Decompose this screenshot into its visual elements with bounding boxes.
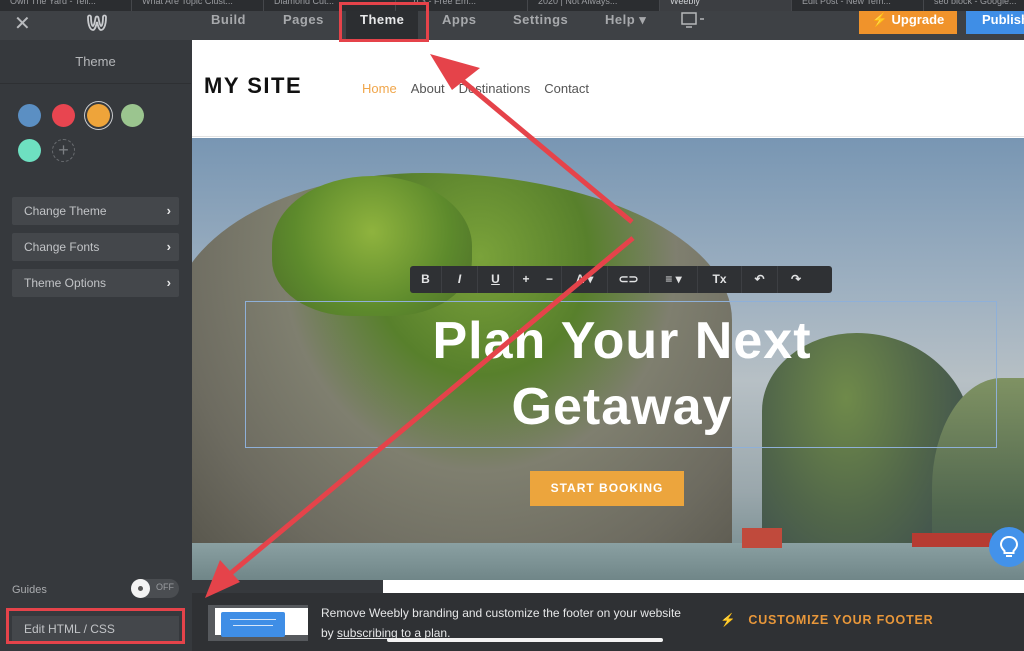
- site-nav: Home About Destinations Contact: [362, 81, 589, 96]
- headline-line-1: Plan Your Next: [432, 312, 812, 370]
- annotation-highlight-theme: [339, 2, 429, 42]
- desktop-icon[interactable]: [680, 12, 708, 32]
- annotation-highlight-edit-html: [6, 608, 185, 644]
- browser-tab[interactable]: What Are Topic Clust...: [132, 0, 264, 11]
- site-nav-home[interactable]: Home: [362, 81, 397, 96]
- toggle-state: OFF: [156, 582, 174, 592]
- headline-line-2: Getaway: [511, 378, 733, 436]
- toggle-knob: [131, 579, 150, 598]
- site-preview: MY SITE Home About Destinations Contact …: [192, 40, 1024, 580]
- redo-icon[interactable]: ↷: [778, 266, 814, 293]
- site-title[interactable]: MY SITE: [204, 73, 302, 99]
- tab-pages[interactable]: Pages: [283, 11, 324, 40]
- guides-toggle[interactable]: OFF: [131, 579, 179, 598]
- change-fonts-label: Change Fonts: [24, 240, 100, 254]
- browser-tab[interactable]: seo block - Google...: [924, 0, 1024, 11]
- browser-tab[interactable]: 2020 | Not Always...: [528, 0, 660, 11]
- footer-preview-strip: [383, 580, 1024, 593]
- close-icon[interactable]: ✕: [14, 14, 31, 34]
- color-swatch-blue[interactable]: [18, 104, 41, 127]
- bold-button[interactable]: B: [410, 266, 442, 293]
- tab-help[interactable]: Help ▾: [605, 11, 646, 40]
- lightning-icon: ⚡: [720, 613, 737, 627]
- change-fonts-button[interactable]: Change Fonts ›: [12, 233, 179, 261]
- chevron-right-icon: ›: [166, 239, 171, 254]
- lightning-icon: ⚡: [871, 12, 888, 27]
- site-nav-destinations[interactable]: Destinations: [459, 81, 531, 96]
- chevron-right-icon: ›: [166, 203, 171, 218]
- link-icon[interactable]: ⊂⊃: [608, 266, 650, 293]
- hero-image-hut: [912, 533, 992, 547]
- tab-settings[interactable]: Settings: [513, 11, 568, 40]
- italic-button[interactable]: I: [442, 266, 478, 293]
- sidebar-title: Theme: [0, 40, 191, 84]
- color-swatch-red[interactable]: [52, 104, 75, 127]
- site-nav-contact[interactable]: Contact: [544, 81, 589, 96]
- start-booking-button[interactable]: START BOOKING: [530, 471, 684, 506]
- add-color-icon[interactable]: +: [52, 139, 75, 162]
- color-swatch-teal[interactable]: [18, 139, 41, 162]
- headline-text-box[interactable]: Plan Your Next Getaway: [245, 301, 997, 448]
- hero-headline: Plan Your Next Getaway: [246, 308, 998, 440]
- align-button[interactable]: ≡ ▾: [650, 266, 698, 293]
- text-color-button[interactable]: A ▾: [562, 266, 608, 293]
- undo-icon[interactable]: ↶: [742, 266, 778, 293]
- customize-footer-button[interactable]: ⚡ CUSTOMIZE YOUR FOOTER: [720, 613, 933, 628]
- browser-tab[interactable]: Own The Yard - Tell...: [0, 0, 132, 11]
- customize-footer-label: CUSTOMIZE YOUR FOOTER: [748, 613, 934, 627]
- footer-promo-text: Remove Weebly branding and customize the…: [321, 603, 681, 643]
- footer-promo-bar: Remove Weebly branding and customize the…: [192, 593, 1024, 651]
- weebly-logo-icon: [87, 14, 107, 31]
- tab-apps[interactable]: Apps: [442, 11, 477, 40]
- guides-label: Guides: [12, 584, 47, 596]
- change-theme-button[interactable]: Change Theme ›: [12, 197, 179, 225]
- hero-image-water: [192, 543, 1024, 580]
- site-header: MY SITE Home About Destinations Contact: [192, 40, 1024, 137]
- hero-image-foliage: [272, 176, 472, 316]
- browser-tab[interactable]: Edit Post - New Tem...: [792, 0, 924, 11]
- browser-tab-strip: Own The Yard - Tell... What Are Topic Cl…: [0, 0, 1024, 11]
- theme-options-label: Theme Options: [24, 276, 107, 290]
- upgrade-label: Upgrade: [891, 12, 945, 27]
- publish-button[interactable]: Publish: [966, 11, 1024, 34]
- color-swatch-orange[interactable]: [87, 104, 110, 127]
- browser-tab-active[interactable]: Weebly: [660, 0, 792, 11]
- theme-sidebar: Theme + Change Theme › Change Fonts › Th…: [0, 40, 191, 651]
- increase-size-button[interactable]: +: [514, 266, 538, 293]
- color-swatch-green[interactable]: [121, 104, 144, 127]
- upgrade-button[interactable]: ⚡ Upgrade: [859, 11, 957, 34]
- tab-build[interactable]: Build: [211, 11, 246, 40]
- lightbulb-icon[interactable]: [989, 527, 1024, 567]
- footer-thumbnail: [208, 605, 308, 641]
- hero-section[interactable]: B I U + − A ▾ ⊂⊃ ≡ ▾ Tx ↶ ↷ Plan Your Ne…: [192, 138, 1024, 580]
- site-nav-about[interactable]: About: [411, 81, 445, 96]
- weebly-editor: Own The Yard - Tell... What Are Topic Cl…: [0, 0, 1024, 651]
- hero-image-hut: [742, 528, 782, 548]
- horizontal-scrollbar[interactable]: [387, 638, 663, 642]
- clear-format-button[interactable]: Tx: [698, 266, 742, 293]
- underline-button[interactable]: U: [478, 266, 514, 293]
- decrease-size-button[interactable]: −: [538, 266, 562, 293]
- text-format-toolbar: B I U + − A ▾ ⊂⊃ ≡ ▾ Tx ↶ ↷: [410, 266, 832, 293]
- chevron-right-icon: ›: [166, 275, 171, 290]
- theme-options-button[interactable]: Theme Options ›: [12, 269, 179, 297]
- editor-topbar: ✕ Build Pages Theme Apps Settings Help ▾…: [0, 11, 1024, 40]
- change-theme-label: Change Theme: [24, 204, 107, 218]
